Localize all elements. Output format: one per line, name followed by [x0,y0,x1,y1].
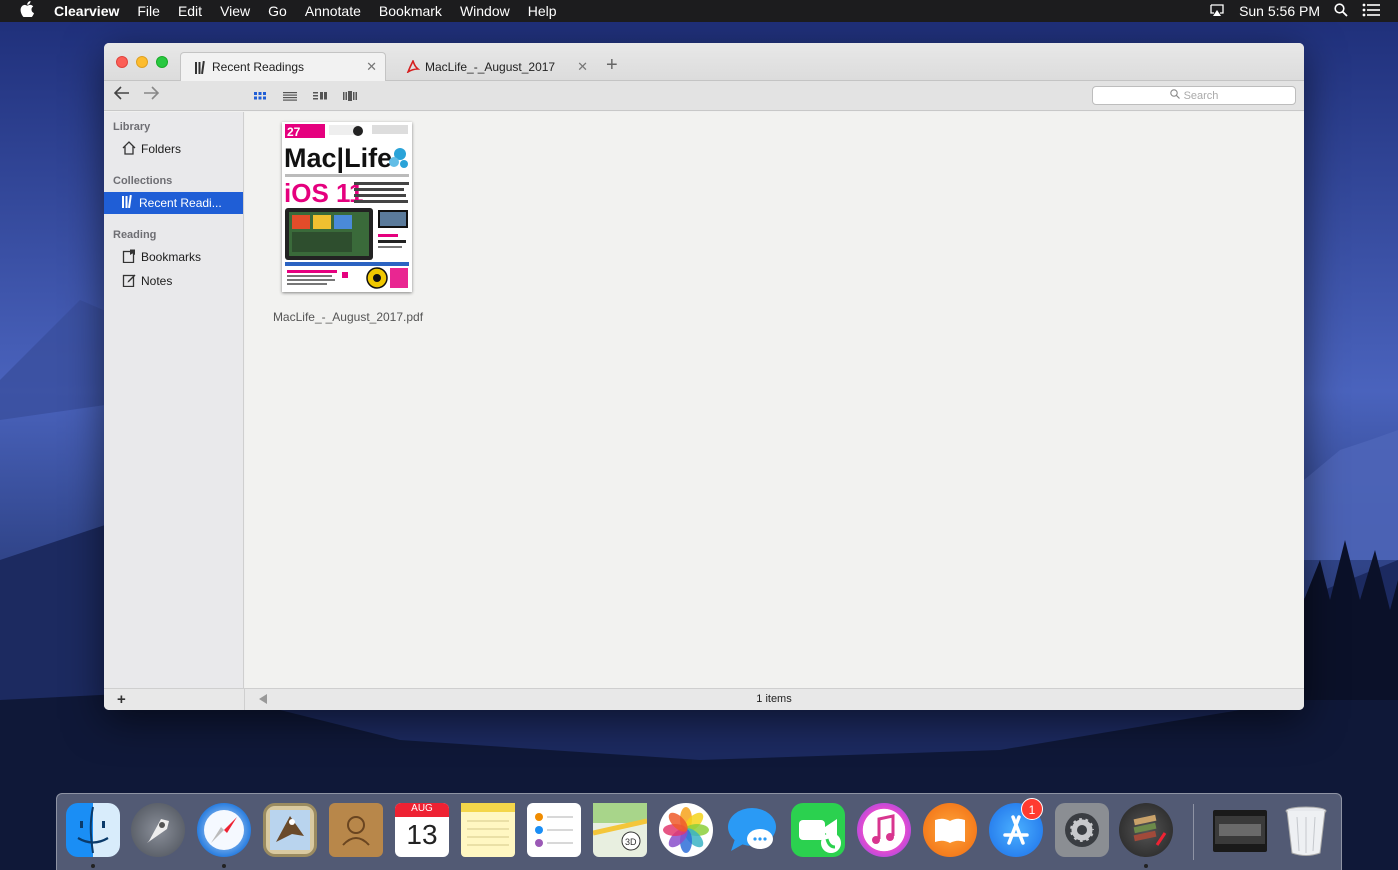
sidebar-section-collections: Collections [113,175,173,187]
svg-text:Mac|Life: Mac|Life [284,143,392,173]
calendar-day: 13 [406,819,438,850]
collection-icon [122,194,134,211]
dock: AUG 13 3D 1 [56,793,1342,870]
sidebar-item-bookmarks[interactable]: Bookmarks [104,246,243,268]
library-content: 27 Mac|Life iOS 11 MacLife_-_August_2017… [245,112,1304,688]
sidebar-item-label: Folders [141,142,182,156]
grid-view-icon[interactable] [253,89,267,101]
launchpad-icon[interactable] [131,803,185,857]
tab-recent-readings[interactable]: Recent Readings ✕ [180,52,386,81]
notes-icon[interactable] [461,803,515,857]
back-arrow-icon[interactable] [113,85,131,105]
menu-view[interactable]: View [211,0,259,22]
sidebar-item-notes[interactable]: Notes [104,270,243,292]
sidebar-item-label: Notes [141,274,173,288]
status-bar: + 1 items [104,688,1304,710]
pdf-filename-label: MacLife_-_August_2017.pdf [272,310,424,324]
dock-separator [1193,804,1194,860]
sidebar-item-label: Recent Readi... [139,196,222,210]
tab-label: Recent Readings [212,60,305,74]
menu-bookmark[interactable]: Bookmark [370,0,451,22]
collection-icon [195,60,207,74]
add-collection-button[interactable]: + [117,691,126,708]
status-divider [244,689,245,710]
contacts-icon[interactable] [329,803,383,857]
menu-help[interactable]: Help [519,0,566,22]
messages-icon[interactable] [725,803,779,857]
pdf-thumbnail-maclife[interactable]: 27 Mac|Life iOS 11 [282,122,412,292]
calendar-icon[interactable]: AUG 13 [395,803,449,857]
menu-file[interactable]: File [128,0,169,22]
close-window-button[interactable] [116,56,128,68]
clearview-icon[interactable] [1119,803,1173,857]
minimize-window-button[interactable] [136,56,148,68]
running-indicator [91,864,95,868]
svg-text:3D: 3D [625,837,637,847]
svg-text:27: 27 [287,125,301,139]
window-toolbar: Search [104,81,1304,111]
scroll-left-arrow-icon[interactable] [259,694,268,707]
forward-arrow-icon[interactable] [142,85,160,105]
photos-icon[interactable] [659,803,713,857]
running-indicator [222,864,226,868]
house-icon [122,140,136,158]
finder-icon[interactable] [66,803,120,857]
search-field[interactable]: Search [1092,86,1296,105]
mail-icon[interactable] [263,803,317,857]
trash-icon[interactable] [1279,803,1333,857]
close-tab-icon[interactable]: ✕ [366,59,377,75]
note-edit-icon [122,273,136,290]
magazine-cover-image: 27 Mac|Life iOS 11 [282,122,412,292]
tab-label: MacLife_-_August_2017 [425,59,556,74]
spotlight-search-icon[interactable] [1334,2,1348,20]
notification-center-icon[interactable] [1362,3,1380,20]
sidebar-item-folders[interactable]: Folders [104,138,243,160]
sidebar-section-reading: Reading [113,229,157,241]
reminders-icon[interactable] [527,803,581,857]
apple-menu-icon[interactable] [0,0,54,22]
new-tab-button[interactable]: + [606,54,618,77]
item-count-label: 1 items [756,693,792,705]
facetime-icon[interactable] [791,803,845,857]
bookmark-icon [122,249,136,266]
ibooks-icon[interactable] [923,803,977,857]
search-icon [1169,89,1180,102]
maps-icon[interactable]: 3D [592,803,648,857]
coverflow-view-icon[interactable] [343,89,357,101]
menu-bar: Clearview File Edit View Go Annotate Boo… [0,0,1398,22]
downloads-stack-icon[interactable] [1213,810,1267,852]
window-titlebar: Recent Readings ✕ MacLife_-_August_2017 … [104,43,1304,81]
menubar-clock[interactable]: Sun 5:56 PM [1239,3,1320,19]
clearview-window: Recent Readings ✕ MacLife_-_August_2017 … [104,43,1304,710]
itunes-icon[interactable] [857,803,911,857]
search-placeholder: Search [1183,89,1219,102]
close-tab-icon[interactable]: ✕ [577,59,588,75]
tab-maclife-pdf[interactable]: MacLife_-_August_2017 ✕ [392,52,596,81]
app-store-badge: 1 [1021,798,1043,820]
airplay-icon[interactable] [1209,3,1225,20]
menu-annotate[interactable]: Annotate [296,0,370,22]
safari-icon[interactable] [197,803,251,857]
list-view-icon[interactable] [283,89,297,101]
sidebar-section-library: Library [113,121,151,133]
pdf-icon [406,60,420,73]
calendar-month: AUG [395,803,449,817]
svg-text:iOS 11: iOS 11 [284,178,364,208]
sidebar-item-recent-readings[interactable]: Recent Readi... [104,192,243,214]
app-menu[interactable]: Clearview [54,0,128,22]
menu-edit[interactable]: Edit [169,0,211,22]
sidebar-item-label: Bookmarks [141,250,202,264]
system-preferences-icon[interactable] [1055,803,1109,857]
sidebar: Library Folders Collections Recent Readi… [104,112,244,688]
zoom-window-button[interactable] [156,56,168,68]
column-view-icon[interactable] [313,89,327,101]
menu-go[interactable]: Go [259,0,296,22]
running-indicator [1144,864,1148,868]
menu-window[interactable]: Window [451,0,519,22]
